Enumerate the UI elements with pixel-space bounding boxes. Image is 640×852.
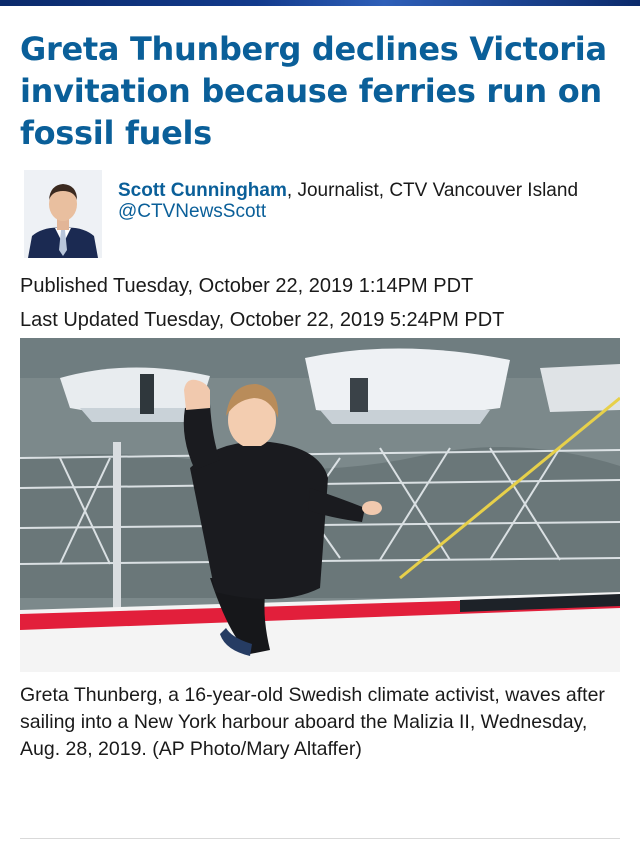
byline: Scott Cunningham, Journalist, CTV Vancou…: [24, 170, 624, 262]
author-info: Scott Cunningham, Journalist, CTV Vancou…: [118, 180, 618, 222]
section-divider: [20, 838, 620, 839]
article-headline: Greta Thunberg declines Victoria invitat…: [20, 30, 607, 152]
photo-caption: Greta Thunberg, a 16-year-old Swedish cl…: [20, 684, 605, 760]
last-updated-date: Last Updated Tuesday, October 22, 2019 5…: [20, 309, 505, 331]
author-name-link[interactable]: Scott Cunningham: [118, 180, 287, 201]
author-twitter-link[interactable]: @CTVNewsScott: [118, 201, 618, 222]
greta-thunberg-on-sailboat-photo: [20, 338, 620, 672]
author-avatar[interactable]: [24, 170, 102, 258]
top-nav-bar: [0, 0, 640, 6]
author-role: , Journalist, CTV Vancouver Island: [286, 180, 579, 201]
author-headshot-image: [24, 170, 102, 258]
published-date: Published Tuesday, October 22, 2019 1:14…: [20, 275, 474, 297]
article-photo[interactable]: [20, 338, 620, 672]
